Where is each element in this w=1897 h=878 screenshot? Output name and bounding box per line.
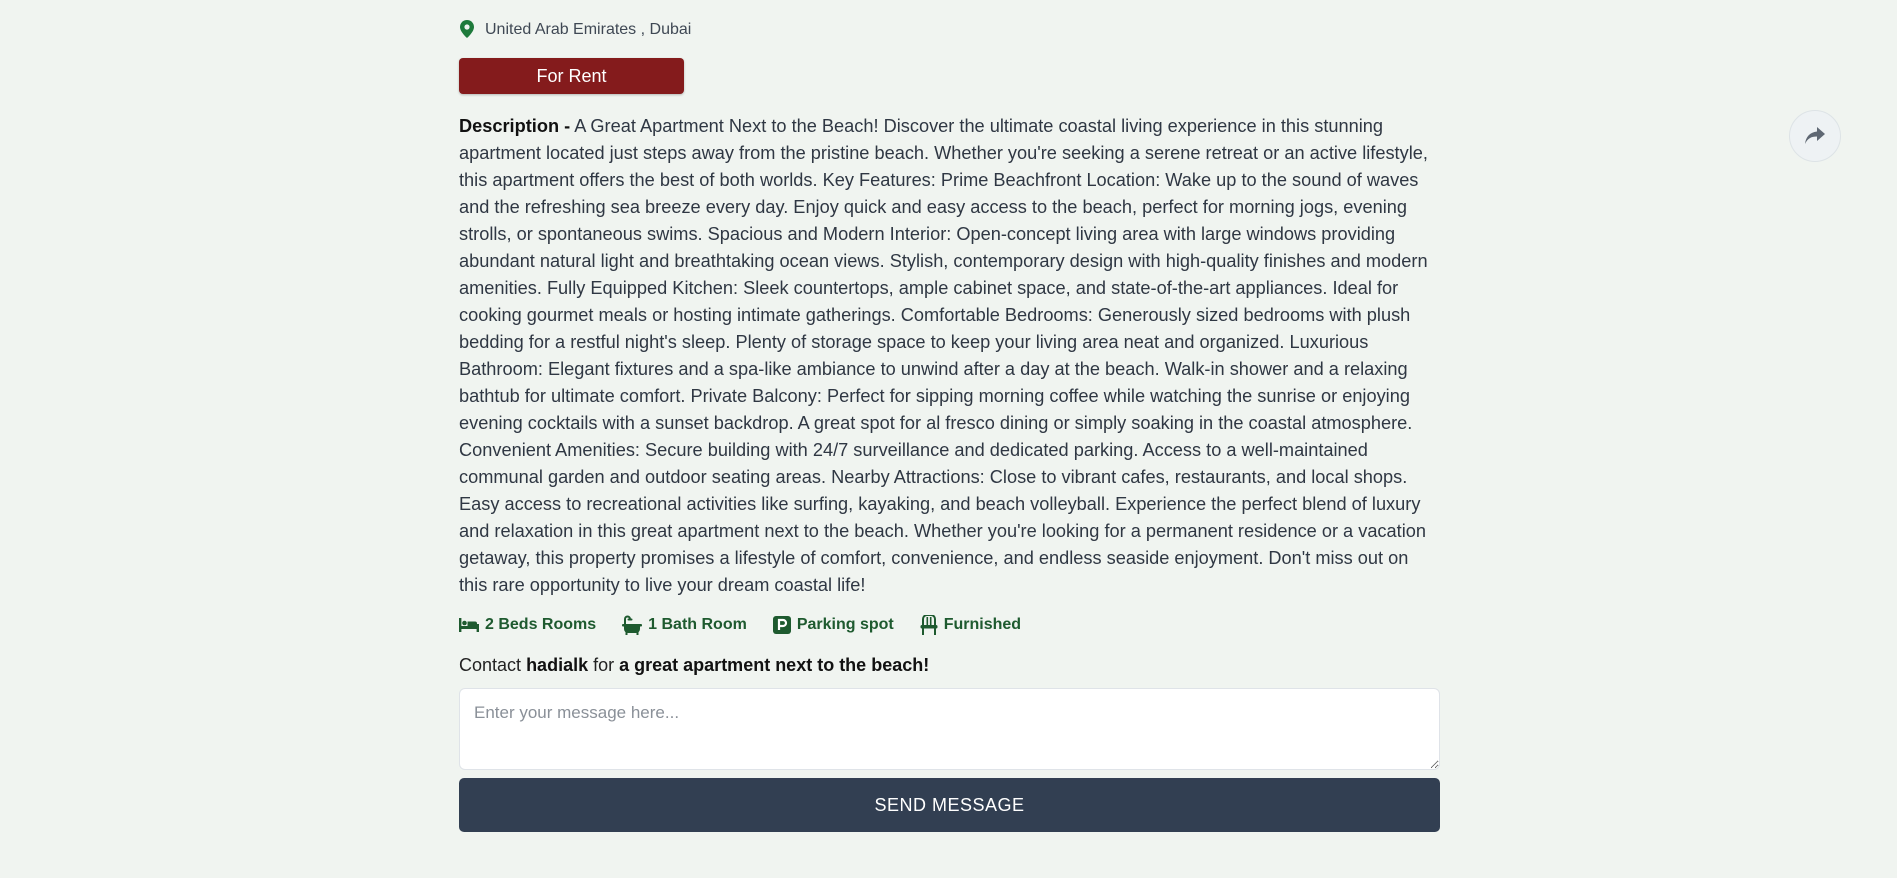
feature-bathrooms: 1 Bath Room <box>622 615 747 635</box>
contact-prefix: Contact <box>459 655 522 675</box>
contact-listing-title: a great apartment next to the beach! <box>619 655 930 675</box>
bed-icon <box>459 618 479 632</box>
feature-furnished: Furnished <box>920 615 1021 635</box>
listing-type-badge: For Rent <box>459 58 684 94</box>
description-label: Description - <box>459 116 571 136</box>
feature-parking: Parking spot <box>772 616 894 634</box>
parking-icon <box>772 616 791 634</box>
map-pin-icon <box>460 20 477 40</box>
description: Description - A Great Apartment Next to … <box>459 113 1440 599</box>
feature-bedrooms: 2 Beds Rooms <box>459 616 596 634</box>
feature-label: 1 Bath Room <box>648 616 747 633</box>
chair-icon <box>920 615 938 635</box>
bathtub-icon <box>622 615 643 635</box>
contact-username: hadialk <box>526 655 589 675</box>
share-button[interactable] <box>1789 110 1841 162</box>
send-message-button[interactable]: SEND MESSAGE <box>459 778 1440 832</box>
feature-label: 2 Beds Rooms <box>485 616 597 633</box>
feature-label: Furnished <box>943 616 1022 633</box>
location-line: United Arab Emirates , Dubai <box>459 20 1440 40</box>
location-text: United Arab Emirates , Dubai <box>485 21 692 38</box>
share-icon <box>1805 127 1825 144</box>
features-list: 2 Beds Rooms 1 Bath Room Parking spot Fu… <box>459 613 1440 637</box>
listing-details: United Arab Emirates , Dubai For Rent De… <box>459 0 1440 832</box>
message-input[interactable] <box>459 688 1440 770</box>
feature-label: Parking spot <box>796 616 894 633</box>
contact-heading: Contact hadialk for a great apartment ne… <box>459 655 1440 676</box>
description-text: A Great Apartment Next to the Beach! Dis… <box>459 116 1428 595</box>
contact-middle: for <box>593 655 615 675</box>
